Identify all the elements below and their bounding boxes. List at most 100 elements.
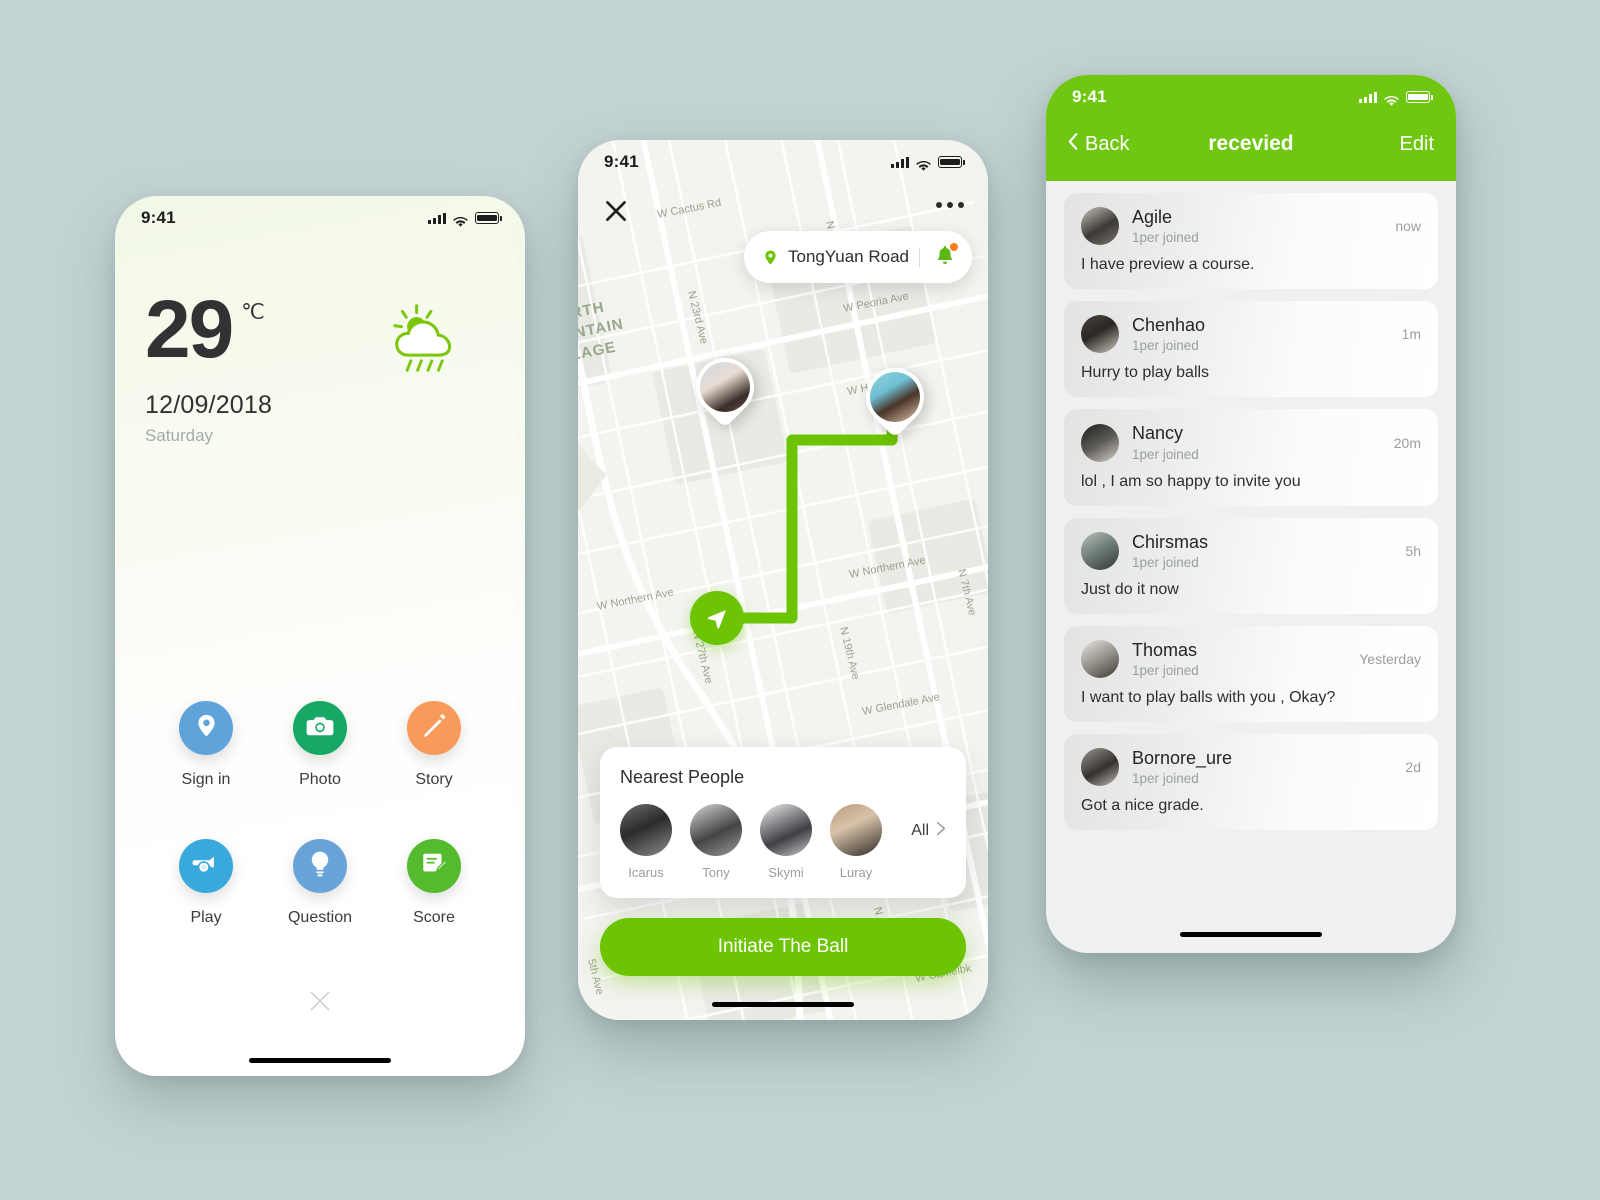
close-x-icon[interactable] [307,988,333,1014]
more-options-icon[interactable] [936,202,964,208]
person-name: Luray [839,865,873,880]
avatar [1081,315,1119,354]
nearest-person[interactable]: Icarus [620,804,672,880]
chevron-left-icon [1068,132,1079,157]
map-pin-icon [762,249,779,266]
list-item-meta: Thomas 1per joined [1132,640,1199,678]
map-phone: W Cactus Rd N 19th Ave N 23rd Ave W Peor… [578,140,988,1020]
nearest-people-list: Icarus Tony Skymi Luray All [620,804,946,880]
status-bar-time: 9:41 [1072,87,1107,106]
shortcut-label: Play [190,909,222,926]
nav-bar: Back recevied Edit [1046,119,1456,169]
shortcut-label: Story [415,771,453,788]
location-name: TongYuan Road [788,247,909,266]
nearest-person[interactable]: Luray [830,804,882,880]
lightbulb-icon [308,850,332,883]
nearest-people-card: Nearest People Icarus Tony Skymi Luray A… [600,747,966,898]
timestamp: 20m [1393,434,1421,451]
shortcut-score[interactable]: Score [407,839,461,927]
shortcut-grid: Sign in Photo Story Play Question Score [115,701,525,927]
shortcut-icon-bg [179,701,233,755]
nearest-person[interactable]: Tony [690,804,742,880]
avatar [1081,748,1119,787]
status-bar: 9:41 [115,196,525,240]
initiate-ball-button[interactable]: Initiate The Ball [600,918,966,976]
avatar [690,804,742,856]
sender-name: Bornore_ure [1132,748,1233,769]
status-bar: 9:41 [1046,75,1456,119]
location-pin-icon [193,712,220,744]
shortcut-label: Score [413,909,455,926]
view-all-people-button[interactable]: All [911,804,946,841]
message-list: Agile 1per joined now I have preview a c… [1046,181,1456,831]
avatar [1081,207,1119,246]
sender-subtitle: 1per joined [1132,446,1199,462]
shortcut-icon-bg [179,839,233,893]
list-item[interactable]: Nancy 1per joined 20m lol , I am so happ… [1064,409,1438,506]
edit-button[interactable]: Edit [1400,133,1434,156]
person-name: Skymi [768,865,804,880]
battery-icon [475,212,502,224]
back-button[interactable]: Back [1068,132,1129,157]
list-item[interactable]: Chenhao 1per joined 1m Hurry to play bal… [1064,301,1438,398]
temperature-value: 29 [145,284,234,375]
cellular-signal-icon [428,212,446,224]
avatar [1081,423,1119,462]
temperature-unit: ℃ [241,301,265,324]
nearest-person[interactable]: Skymi [760,804,812,880]
avatar [1081,531,1119,570]
list-item[interactable]: Thomas 1per joined Yesterday I want to p… [1064,625,1438,723]
weather-summary: 29 ℃ 12/09/2018 Saturday [115,240,525,446]
list-item[interactable]: Agile 1per joined now I have preview a c… [1064,193,1438,290]
shortcut-icon-bg [407,701,461,755]
avatar [620,804,672,856]
sender-name: Thomas [1132,639,1198,660]
shortcut-icon-bg [293,701,347,755]
sender-subtitle: 1per joined [1132,230,1199,246]
timestamp: 2d [1405,759,1421,776]
message-body: I want to play balls with you , Okay? [1081,689,1336,707]
message-body: Got a nice grade. [1081,797,1204,815]
shortcut-sign-in[interactable]: Sign in [179,701,233,789]
timestamp: 1m [1401,326,1421,343]
shortcut-story[interactable]: Story [407,701,461,789]
shortcut-play[interactable]: Play [179,839,233,927]
message-body: lol , I am so happy to invite you [1081,472,1301,490]
home-indicator [1180,931,1322,937]
shortcut-icon-bg [407,839,461,893]
close-x-icon[interactable] [603,198,629,224]
pencil-icon [421,713,447,744]
shortcut-label: Photo [299,771,341,788]
list-item-header: Nancy 1per joined 20m [1081,423,1421,462]
list-item-meta: Agile 1per joined [1132,207,1199,245]
location-search-bar[interactable]: TongYuan Road [744,231,972,283]
wifi-icon [1384,92,1399,106]
shortcut-question[interactable]: Question [288,839,352,927]
list-item[interactable]: Bornore_ure 1per joined 2d Got a nice gr… [1064,734,1438,831]
shortcut-icon-bg [292,839,347,893]
person-name: Icarus [628,865,664,880]
notification-bell-icon[interactable] [934,242,958,271]
message-body: I have preview a course. [1081,256,1255,274]
sender-name: Chirsmas [1132,531,1209,552]
weather-date: 12/09/2018 [145,391,273,420]
back-label: Back [1085,132,1130,155]
shortcut-label: Question [287,909,353,926]
sun-cloud-rain-icon [385,302,471,376]
camera-icon [306,714,334,743]
list-item-header: Thomas 1per joined Yesterday [1081,640,1421,678]
sender-subtitle: 1per joined [1132,338,1199,354]
sender-subtitle: 1per joined [1132,663,1199,679]
wifi-icon [916,157,931,171]
status-bar-icons [891,156,965,171]
navigation-arrow-icon[interactable] [690,591,744,645]
battery-icon [938,156,965,168]
list-item[interactable]: Chirsmas 1per joined 5h Just do it now [1064,517,1438,614]
person-name: Tony [702,865,730,880]
message-body: Just do it now [1081,580,1179,598]
avatar [830,804,882,856]
all-label: All [911,822,929,839]
sender-name: Nancy [1132,423,1184,444]
sender-subtitle: 1per joined [1132,554,1199,570]
shortcut-photo[interactable]: Photo [293,701,347,789]
